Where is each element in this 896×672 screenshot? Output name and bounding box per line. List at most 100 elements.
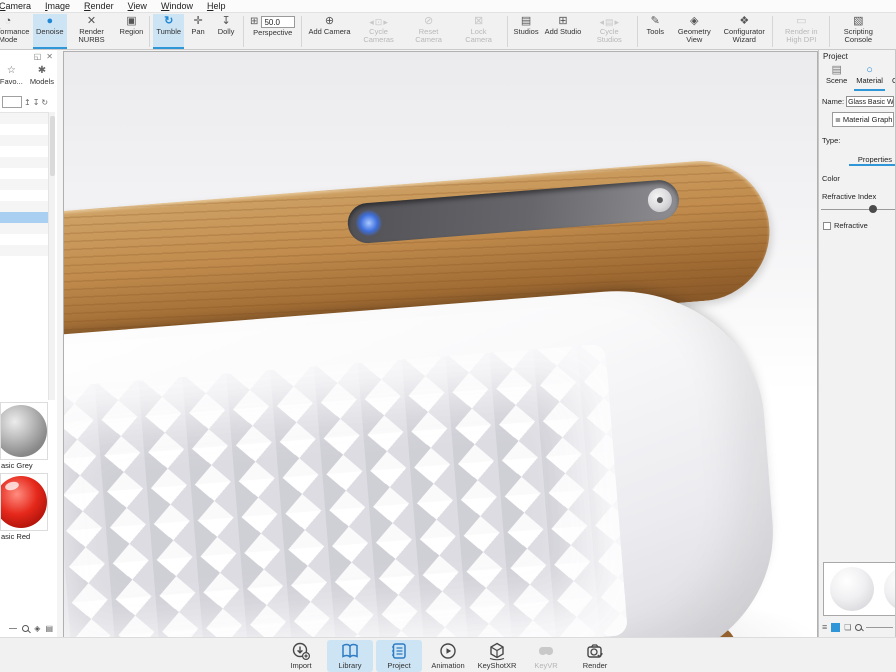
list-item[interactable]	[0, 234, 48, 245]
list-item[interactable]	[0, 190, 48, 201]
fov-input[interactable]	[261, 16, 295, 28]
list-item[interactable]	[0, 179, 48, 190]
list-item[interactable]	[0, 223, 48, 234]
list-item[interactable]	[0, 157, 48, 168]
project-button[interactable]: Project	[376, 640, 422, 672]
grid-view-icon[interactable]	[831, 623, 840, 632]
refractive-index-label: Refractive Index	[819, 192, 895, 201]
magnifier-icon[interactable]	[22, 625, 29, 632]
list-item[interactable]	[0, 124, 48, 135]
preview-zoom-slider[interactable]	[866, 627, 893, 628]
tab-camera[interactable]: ⊡ Camera	[892, 64, 896, 89]
library-button[interactable]: Library	[327, 640, 373, 672]
import-to-library-icon[interactable]: ↥	[24, 98, 31, 107]
menu-window[interactable]: Window	[154, 1, 200, 11]
button-label: Cycle Cameras	[357, 28, 401, 44]
material-thumb-label: asic Grey	[0, 460, 48, 473]
button-label: Scripting Console	[836, 28, 880, 44]
menu-image[interactable]: Image	[38, 1, 77, 11]
keyvr-button[interactable]: KeyVR	[523, 640, 569, 672]
button-label: Lock Camera	[457, 28, 501, 44]
list-item[interactable]	[0, 168, 48, 179]
refractive-checkbox[interactable]	[823, 222, 831, 230]
menu-camera[interactable]: Camera	[0, 1, 38, 11]
list-item[interactable]	[0, 212, 48, 223]
menu-view[interactable]: View	[121, 1, 154, 11]
float-window-icon[interactable]: ◱	[34, 52, 42, 63]
studios-button[interactable]: ▤ Studios	[511, 14, 542, 49]
speaker-top-button	[646, 186, 674, 214]
material-graph-button[interactable]: ≣ Material Graph	[832, 112, 894, 127]
list-item[interactable]	[0, 201, 48, 212]
keyvr-icon	[536, 641, 556, 661]
export-from-library-icon[interactable]: ↧	[33, 98, 40, 107]
keyshotxr-button[interactable]: KeyShotXR	[474, 640, 520, 672]
import-button[interactable]: Import	[278, 640, 324, 672]
project-panel-title: Project	[819, 50, 895, 61]
folder-icon[interactable]: ▤	[45, 624, 53, 633]
animation-button[interactable]: Animation	[425, 640, 471, 672]
menu-bar: Camera Image Render View Window Help	[0, 0, 896, 13]
perspective-group: ⊞ Perspective	[247, 14, 298, 49]
dolly-button[interactable]: ↧ Dolly	[212, 14, 240, 49]
thumbnail-zoom-slider[interactable]	[9, 628, 17, 629]
tab-label: Favo...	[0, 77, 23, 86]
cycle-studios-button[interactable]: ◂ ▤ ▸ Cycle Studios	[584, 14, 634, 49]
cycle-cameras-button[interactable]: ◂ ⊡ ▸ Cycle Cameras	[354, 14, 404, 49]
button-label: Add Camera	[308, 28, 350, 36]
material-thumb-grey[interactable]	[0, 402, 48, 460]
scripting-console-button[interactable]: ▧ Scripting Console	[833, 14, 883, 49]
performance-mode-button[interactable]: ◔ Performance Mode	[0, 14, 33, 49]
bottom-ribbon: Import Library Project Animation KeyShot…	[0, 637, 896, 672]
close-icon[interactable]: ✕	[46, 52, 53, 63]
tab-properties[interactable]: Properties	[819, 155, 895, 164]
tab-models[interactable]: ✱ Models	[30, 65, 54, 92]
list-item[interactable]	[0, 146, 48, 157]
tab-label: Scene	[826, 76, 847, 85]
geometry-view-button[interactable]: ◈ Geometry View	[669, 14, 719, 49]
denoise-button[interactable]: ● Denoise	[33, 14, 67, 49]
thumbnail-view-icon[interactable]: ❏	[844, 623, 851, 632]
library-search-input[interactable]	[2, 96, 22, 108]
button-label: Tumble	[156, 28, 181, 36]
name-label: Name:	[822, 97, 844, 106]
arrow-right-icon: ▸	[383, 18, 388, 26]
menu-render[interactable]: Render	[77, 1, 121, 11]
reset-camera-button[interactable]: ⊘ Reset Camera	[404, 14, 454, 49]
material-name-input[interactable]: Glass Basic White	[846, 96, 894, 107]
environment-icon[interactable]: ◈	[34, 624, 40, 633]
tab-material[interactable]: ○ Material	[856, 64, 883, 89]
add-studio-button[interactable]: ⊞ Add Studio	[542, 14, 585, 49]
tab-favorites[interactable]: ☆ Favo...	[0, 65, 23, 92]
button-label: Project	[387, 661, 410, 670]
library-scrollbar[interactable]	[48, 112, 55, 400]
render-nurbs-button[interactable]: ✕ Render NURBS	[67, 14, 117, 49]
button-label: Render NURBS	[70, 28, 114, 44]
pan-button[interactable]: ✛ Pan	[184, 14, 212, 49]
button-label: KeyVR	[534, 661, 557, 670]
preview-zoom-icon[interactable]	[855, 624, 862, 631]
main-toolbar: ◔ Performance Mode ● Denoise ✕ Render NU…	[0, 13, 896, 50]
refractive-index-slider[interactable]	[821, 204, 893, 214]
tumble-button[interactable]: ↻ Tumble	[153, 14, 184, 49]
realtime-viewport[interactable]	[63, 51, 818, 637]
render-button[interactable]: Render	[572, 640, 618, 672]
list-item[interactable]	[0, 245, 48, 256]
region-button[interactable]: ▣ Region	[117, 14, 147, 49]
refresh-icon[interactable]: ↻	[41, 98, 48, 107]
list-view-icon[interactable]: ≡	[822, 622, 827, 632]
lock-camera-button[interactable]: ⊠ Lock Camera	[454, 14, 504, 49]
add-camera-button[interactable]: ⊕ Add Camera	[305, 14, 353, 49]
menu-help[interactable]: Help	[200, 1, 233, 11]
material-preview-strip[interactable]	[823, 562, 896, 616]
button-label: Studios	[514, 28, 539, 36]
material-thumb-red[interactable]	[0, 473, 48, 531]
tools-button[interactable]: ✎ Tools	[641, 14, 669, 49]
configurator-wizard-button[interactable]: ❖ Configurator Wizard	[719, 14, 769, 49]
list-item[interactable]	[0, 135, 48, 146]
project-panel: Project ▤ Scene ○ Material ⊡ Camera Name…	[818, 50, 896, 637]
tab-scene[interactable]: ▤ Scene	[826, 64, 847, 89]
slider-handle[interactable]	[869, 205, 877, 213]
list-item[interactable]	[0, 113, 48, 124]
render-high-dpi-button[interactable]: ▭ Render in High DPI	[776, 14, 826, 49]
